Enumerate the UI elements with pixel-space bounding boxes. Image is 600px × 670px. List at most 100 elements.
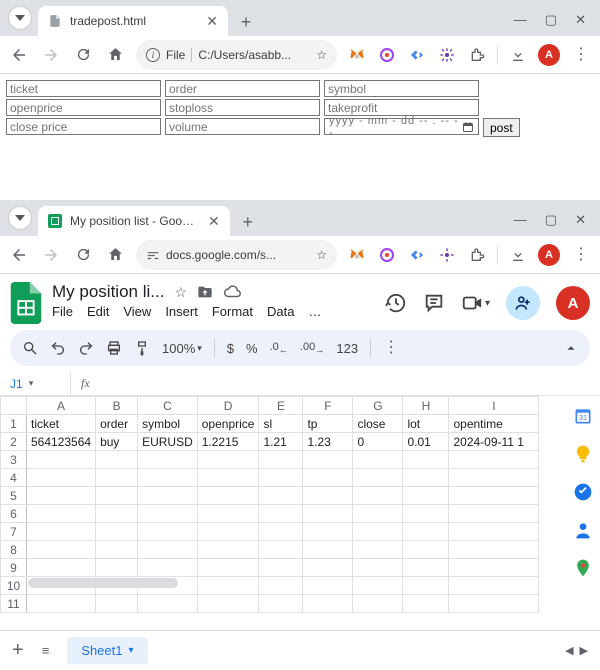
cell[interactable]: symbol — [138, 415, 198, 433]
tb-print-icon[interactable] — [106, 340, 122, 356]
tb-paint-icon[interactable] — [134, 340, 150, 356]
post-button[interactable]: post — [483, 118, 520, 137]
nav-reload-button[interactable] — [72, 44, 94, 66]
cell[interactable]: order — [96, 415, 138, 433]
datetime-input[interactable]: yyyy - mm - dd -- : -- -- — [324, 118, 479, 135]
menu-edit[interactable]: Edit — [87, 304, 109, 319]
extension-purple-icon-2[interactable] — [377, 245, 397, 265]
meet-button[interactable]: ▾ — [461, 292, 490, 314]
volume-input[interactable] — [165, 118, 320, 135]
browser-menu-icon[interactable]: ⋮ — [570, 44, 592, 66]
row-header[interactable]: 2 — [1, 433, 27, 451]
cell[interactable]: close — [353, 415, 403, 433]
secure-tune-icon[interactable] — [146, 248, 160, 262]
nav-home-button-2[interactable] — [104, 244, 126, 266]
nav-forward-button-2[interactable] — [40, 244, 62, 266]
profile-avatar[interactable]: A — [538, 44, 560, 66]
browser-tab[interactable]: tradepost.html ✕ — [38, 6, 228, 36]
tb-currency[interactable]: $ — [227, 341, 234, 356]
tb-zoom[interactable]: 100%▾ — [162, 341, 202, 356]
add-sheet-button[interactable]: + — [12, 639, 24, 662]
row-header[interactable]: 3 — [1, 451, 27, 469]
col-header[interactable]: E — [259, 397, 303, 415]
cell[interactable]: tp — [303, 415, 353, 433]
sheet-tab[interactable]: Sheet1▾ — [67, 637, 147, 664]
tb-123[interactable]: 123 — [336, 341, 358, 356]
side-tasks-icon[interactable] — [573, 482, 593, 502]
side-contacts-icon[interactable] — [573, 520, 593, 540]
cell[interactable]: EURUSD — [138, 433, 198, 451]
doc-star-icon[interactable]: ☆ — [174, 284, 187, 301]
new-tab-button[interactable]: + — [232, 8, 260, 36]
row-header[interactable]: 7 — [1, 523, 27, 541]
menu-more[interactable]: … — [308, 304, 321, 319]
menu-insert[interactable]: Insert — [165, 304, 198, 319]
window-close-icon[interactable]: ✕ — [575, 12, 586, 28]
profile-avatar-2[interactable]: A — [538, 244, 560, 266]
extension-metamask-icon-2[interactable] — [347, 245, 367, 265]
col-header[interactable]: A — [27, 397, 96, 415]
tb-redo-icon[interactable] — [78, 340, 94, 356]
row-header[interactable]: 9 — [1, 559, 27, 577]
col-header[interactable]: F — [303, 397, 353, 415]
window-maximize-icon[interactable]: ▢ — [545, 12, 557, 28]
cell[interactable]: 0 — [353, 433, 403, 451]
tab-close-icon-2[interactable]: ✕ — [208, 213, 220, 230]
share-button[interactable] — [506, 286, 540, 320]
row-header[interactable]: 8 — [1, 541, 27, 559]
new-tab-button-2[interactable]: + — [234, 208, 262, 236]
name-box[interactable]: J1▾ — [0, 377, 70, 391]
row-header[interactable]: 4 — [1, 469, 27, 487]
tb-search-icon[interactable] — [22, 340, 38, 356]
cell[interactable]: ticket — [27, 415, 96, 433]
cell[interactable]: 1.23 — [303, 433, 353, 451]
tab-search-button-2[interactable] — [8, 206, 32, 230]
nav-back-button[interactable] — [8, 44, 30, 66]
tb-dec-increase[interactable]: .00→ — [300, 341, 324, 355]
menu-view[interactable]: View — [123, 304, 151, 319]
nav-reload-button-2[interactable] — [72, 244, 94, 266]
address-bar-2[interactable]: docs.google.com/s... ☆ — [136, 240, 337, 270]
col-header[interactable]: I — [449, 397, 539, 415]
cell[interactable]: openprice — [197, 415, 259, 433]
cell[interactable]: opentime — [449, 415, 539, 433]
tb-more-icon[interactable]: ⋮ — [383, 346, 399, 350]
horizontal-scrollbar[interactable] — [28, 578, 178, 588]
window-minimize-icon-2[interactable]: — — [514, 212, 527, 228]
browser-menu-icon-2[interactable]: ⋮ — [570, 244, 592, 266]
col-header[interactable]: B — [96, 397, 138, 415]
bookmark-star-icon[interactable]: ☆ — [316, 48, 327, 62]
cell[interactable]: 1.21 — [259, 433, 303, 451]
sheet-nav[interactable]: ◀▶ — [565, 644, 588, 657]
sheets-logo-icon[interactable] — [10, 282, 42, 324]
menu-data[interactable]: Data — [267, 304, 294, 319]
downloads-icon-2[interactable] — [508, 245, 528, 265]
col-header[interactable]: C — [138, 397, 198, 415]
openprice-input[interactable] — [6, 99, 161, 116]
row-header[interactable]: 5 — [1, 487, 27, 505]
doc-title[interactable]: My position li... — [52, 282, 164, 302]
account-avatar[interactable]: A — [556, 286, 590, 320]
cell[interactable]: sl — [259, 415, 303, 433]
extension-blue-icon[interactable] — [407, 45, 427, 65]
doc-move-icon[interactable] — [197, 284, 213, 300]
tb-dec-decrease[interactable]: .0← — [270, 341, 288, 355]
nav-forward-button[interactable] — [40, 44, 62, 66]
doc-cloud-icon[interactable] — [223, 283, 241, 301]
menu-file[interactable]: File — [52, 304, 73, 319]
tb-undo-icon[interactable] — [50, 340, 66, 356]
all-sheets-button[interactable]: ≡ — [42, 643, 50, 658]
window-maximize-icon-2[interactable]: ▢ — [545, 212, 557, 228]
extension-purple-icon[interactable] — [377, 45, 397, 65]
extension-metamask-icon[interactable] — [347, 45, 367, 65]
order-input[interactable] — [165, 80, 320, 97]
extension-gear-icon[interactable] — [437, 45, 457, 65]
cell[interactable]: 0.01 — [403, 433, 449, 451]
closeprice-input[interactable] — [6, 118, 161, 135]
tab-search-button[interactable] — [8, 6, 32, 30]
history-icon[interactable] — [385, 292, 407, 314]
ticket-input[interactable] — [6, 80, 161, 97]
col-header[interactable]: H — [403, 397, 449, 415]
cell[interactable]: buy — [96, 433, 138, 451]
nav-back-button-2[interactable] — [8, 244, 30, 266]
